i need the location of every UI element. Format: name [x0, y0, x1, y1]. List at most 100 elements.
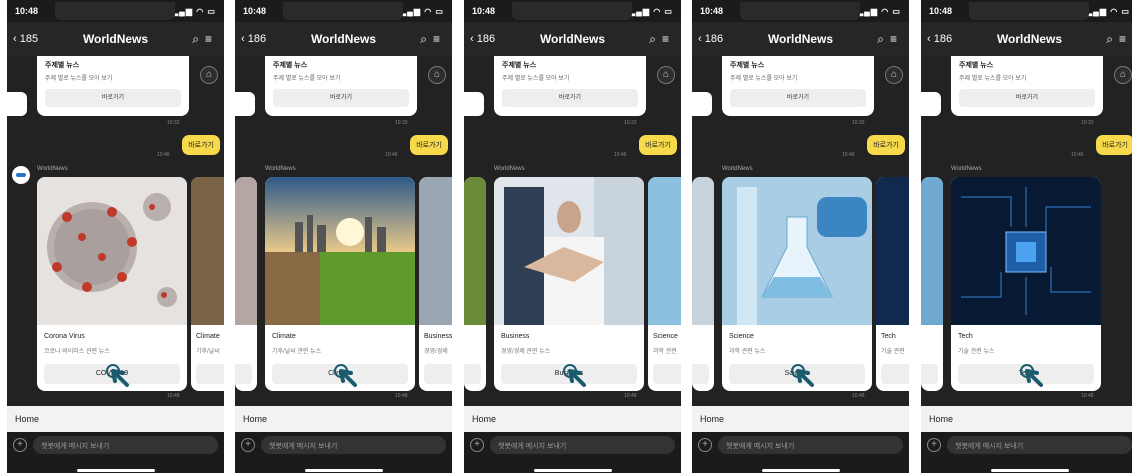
back-button[interactable]: ‹ 186	[241, 33, 281, 45]
bottom-area: Home + 챗봇에게 메시지 보내기	[692, 406, 909, 473]
home-quick-reply[interactable]: Home	[692, 406, 909, 432]
chat-area[interactable]: 주제별 뉴스 주제 별로 뉴스를 모아 보기 바로가기 ⌂ 10:33 바로가기…	[235, 56, 452, 406]
status-icons: ▂▄▆ ◠ ▭	[172, 6, 216, 16]
message-input[interactable]: 챗봇에게 메시지 보내기	[33, 436, 218, 454]
topic-card-button[interactable]: 바로가기	[959, 89, 1095, 107]
input-row: + 챗봇에게 메시지 보내기	[921, 432, 1132, 458]
sender-name: WorldNews	[37, 166, 68, 172]
card-title: Corona Virus	[44, 333, 85, 340]
next-carousel-card[interactable]: Business 경영/경제	[419, 177, 452, 391]
plus-icon[interactable]: +	[470, 438, 484, 452]
previous-carousel-card[interactable]	[921, 177, 943, 391]
back-button[interactable]: ‹ 185	[13, 33, 53, 45]
phone-screen: 10:48 ▂▄▆ ◠ ▭ ‹ 186 WorldNews ⌕≡ 주제별 뉴스 …	[692, 0, 909, 473]
next-card-title: Climate	[196, 333, 220, 340]
timestamp: 10:46	[157, 152, 170, 158]
message-input[interactable]: 챗봇에게 메시지 보내기	[718, 436, 903, 454]
plus-icon[interactable]: +	[241, 438, 255, 452]
bottom-area: Home + 챗봇에게 메시지 보내기	[921, 406, 1132, 473]
search-icon[interactable]: ⌕	[192, 32, 205, 46]
chat-title: WorldNews	[767, 32, 834, 46]
chat-area[interactable]: 주제별 뉴스 주제 별로 뉴스를 모아 보기 바로가기 ⌂ 10:33 바로가기…	[464, 56, 681, 406]
menu-icon[interactable]: ≡	[662, 32, 675, 46]
back-count: 186	[704, 33, 724, 45]
chat-area[interactable]: 주제별 뉴스 주제 별로 뉴스를 모아 보기 바로가기 ⌂ 10:33 바로가기…	[921, 56, 1132, 406]
search-icon[interactable]: ⌕	[877, 32, 890, 46]
status-time: 10:48	[15, 6, 39, 16]
chat-area[interactable]: 주제별 뉴스 주제 별로 뉴스를 모아 보기 바로가기 ⌂ 10:33 바로가기…	[7, 56, 224, 406]
home-icon[interactable]: ⌂	[428, 66, 446, 84]
card-subtitle: 코로나 바이러스 관련 뉴스	[44, 349, 110, 355]
back-button[interactable]: ‹ 186	[470, 33, 510, 45]
plus-icon[interactable]: +	[927, 438, 941, 452]
menu-icon[interactable]: ≡	[205, 32, 218, 46]
menu-icon[interactable]: ≡	[1119, 32, 1132, 46]
home-icon[interactable]: ⌂	[200, 66, 218, 84]
home-indicator	[305, 469, 383, 472]
status-icons: ▂▄▆ ◠ ▭	[400, 6, 444, 16]
home-quick-reply[interactable]: Home	[464, 406, 681, 432]
next-carousel-card[interactable]: Science 과학 관련	[648, 177, 681, 391]
news-carousel-card[interactable]: Business 경영/경제 관련 뉴스 Business	[494, 177, 644, 391]
home-icon[interactable]: ⌂	[885, 66, 903, 84]
tap-cursor-icon	[791, 364, 814, 387]
status-bar: 10:48 ▂▄▆ ◠ ▭	[235, 0, 452, 22]
tap-cursor-icon	[1020, 364, 1043, 387]
plus-icon[interactable]: +	[698, 438, 712, 452]
user-message-bubble: 바로가기	[867, 135, 905, 155]
topic-card-button[interactable]: 바로가기	[730, 89, 866, 107]
next-card-title: Science	[653, 333, 678, 340]
nav-bar: ‹ 186 WorldNews ⌕≡	[692, 22, 909, 56]
back-button[interactable]: ‹ 186	[698, 33, 738, 45]
search-icon[interactable]: ⌕	[1106, 32, 1119, 46]
topic-news-card: 주제별 뉴스 주제 별로 뉴스를 모아 보기 바로가기	[722, 56, 874, 116]
topic-card-title: 주제별 뉴스	[45, 62, 80, 69]
plus-icon[interactable]: +	[13, 438, 27, 452]
topic-news-card: 주제별 뉴스 주제 별로 뉴스를 모아 보기 바로가기	[494, 56, 646, 116]
news-carousel-card[interactable]: Tech 기술 관련 뉴스 Tech	[951, 177, 1101, 391]
user-message-bubble: 바로가기	[1096, 135, 1132, 155]
message-input[interactable]: 챗봇에게 메시지 보내기	[490, 436, 675, 454]
home-quick-reply[interactable]: Home	[921, 406, 1132, 432]
home-quick-reply[interactable]: Home	[7, 406, 224, 432]
topic-card-button[interactable]: 바로가기	[502, 89, 638, 107]
tap-cursor-icon	[106, 364, 129, 387]
next-card-subtitle: 경영/경제	[424, 349, 448, 355]
card-image	[37, 177, 187, 325]
search-icon[interactable]: ⌕	[649, 32, 662, 46]
search-icon[interactable]: ⌕	[420, 32, 433, 46]
message-input[interactable]: 챗봇에게 메시지 보내기	[947, 436, 1132, 454]
topic-card-button[interactable]: 바로가기	[45, 89, 181, 107]
home-icon[interactable]: ⌂	[1114, 66, 1132, 84]
previous-carousel-card[interactable]	[464, 177, 486, 391]
back-button[interactable]: ‹ 186	[927, 33, 967, 45]
timestamp: 10:33	[167, 120, 180, 126]
topic-card-button[interactable]: 바로가기	[273, 89, 409, 107]
next-carousel-card[interactable]: Tech 기술 관련	[876, 177, 909, 391]
next-carousel-card[interactable]: Climate 기후/날씨	[191, 177, 224, 391]
topic-news-card: 주제별 뉴스 주제 별로 뉴스를 모아 보기 바로가기	[37, 56, 189, 116]
topic-card-subtitle: 주제 별로 뉴스를 모아 보기	[273, 76, 341, 82]
status-bar: 10:48 ▂▄▆ ◠ ▭	[7, 0, 224, 22]
notch	[740, 2, 860, 20]
notch	[512, 2, 632, 20]
card-title: Tech	[958, 333, 973, 340]
previous-carousel-card[interactable]	[692, 177, 714, 391]
menu-icon[interactable]: ≡	[890, 32, 903, 46]
nav-tools: ⌕≡	[1092, 32, 1132, 47]
menu-icon[interactable]: ≡	[433, 32, 446, 46]
topic-card-title: 주제별 뉴스	[959, 62, 994, 69]
chat-area[interactable]: 주제별 뉴스 주제 별로 뉴스를 모아 보기 바로가기 ⌂ 10:33 바로가기…	[692, 56, 909, 406]
timestamp: 10:46	[385, 152, 398, 158]
news-carousel-card[interactable]: Corona Virus 코로나 바이러스 관련 뉴스 COVID-19	[37, 177, 187, 391]
card-subtitle: 경영/경제 관련 뉴스	[501, 349, 551, 355]
news-carousel-card[interactable]: Climate 기후/날씨 관련 뉴스 Climate	[265, 177, 415, 391]
timestamp: 10:46	[842, 152, 855, 158]
message-input[interactable]: 챗봇에게 메시지 보내기	[261, 436, 446, 454]
topic-card-title: 주제별 뉴스	[273, 62, 308, 69]
previous-carousel-card[interactable]	[235, 177, 257, 391]
home-icon[interactable]: ⌂	[657, 66, 675, 84]
news-carousel-card[interactable]: Science 과학 관련 뉴스 Science	[722, 177, 872, 391]
home-quick-reply[interactable]: Home	[235, 406, 452, 432]
timestamp: 10:33	[852, 120, 865, 126]
